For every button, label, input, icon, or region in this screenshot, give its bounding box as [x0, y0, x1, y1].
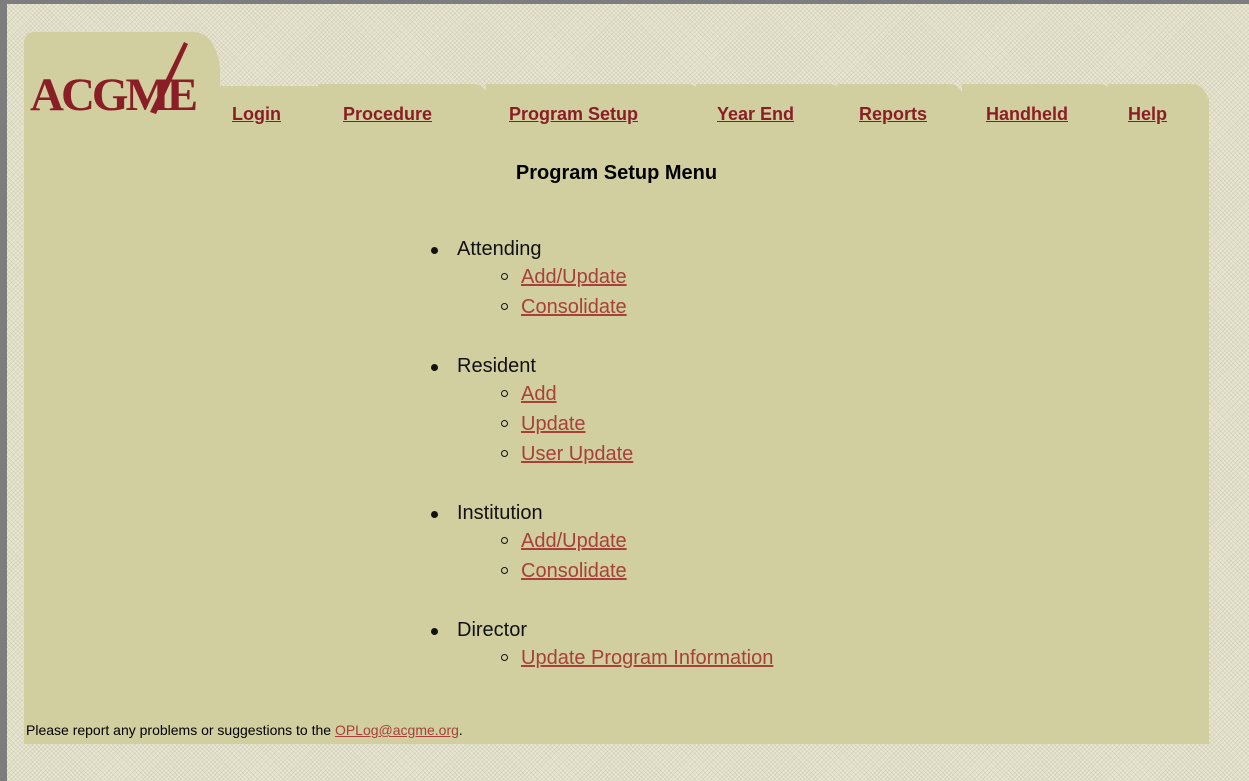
sublist: Add/Update Consolidate [457, 262, 773, 322]
attending-consolidate-link[interactable]: Consolidate [521, 296, 627, 318]
list-item: Update Program Information [457, 643, 773, 673]
circle-bullet-icon [501, 450, 508, 457]
section-label: Resident [457, 355, 536, 377]
list-item: Consolidate [457, 292, 773, 322]
menu-section-director: Director Update Program Information [429, 615, 773, 673]
bullet-icon [431, 628, 438, 635]
circle-bullet-icon [501, 420, 508, 427]
resident-add-link[interactable]: Add [521, 383, 557, 405]
footer: Please report any problems or suggestion… [26, 722, 463, 738]
tab-year-end[interactable]: Year End [717, 104, 794, 125]
resident-user-update-link[interactable]: User Update [521, 443, 633, 465]
bullet-icon [431, 247, 438, 254]
section-label: Institution [457, 502, 543, 524]
tab-login[interactable]: Login [232, 104, 281, 125]
window-frame-left [0, 0, 7, 781]
email-link[interactable]: OPLog@acgme.org [335, 722, 459, 738]
bullet-icon [431, 511, 438, 518]
page-title: Program Setup Menu [515, 162, 718, 184]
list-item: Add/Update [457, 526, 773, 556]
sublist: Add/Update Consolidate [457, 526, 773, 586]
tab-reports[interactable]: Reports [859, 104, 927, 125]
tab-procedure[interactable]: Procedure [343, 104, 432, 125]
list-item: Add/Update [457, 262, 773, 292]
sublist: Update Program Information [457, 643, 773, 673]
circle-bullet-icon [501, 390, 508, 397]
menu-section-resident: Resident Add Update User Update [429, 351, 773, 469]
list-item: User Update [457, 439, 773, 469]
bullet-icon [431, 364, 438, 371]
circle-bullet-icon [501, 273, 508, 280]
menu-section-attending: Attending Add/Update Consolidate [429, 234, 773, 322]
director-update-program-information-link[interactable]: Update Program Information [521, 647, 773, 669]
sublist: Add Update User Update [457, 379, 773, 469]
section-label: Attending [457, 238, 542, 260]
footer-text: Please report any problems or suggestion… [26, 722, 335, 738]
section-label: Director [457, 619, 528, 641]
institution-consolidate-link[interactable]: Consolidate [521, 560, 627, 582]
menu-section-institution: Institution Add/Update Consolidate [429, 498, 773, 586]
list-item: Add [457, 379, 773, 409]
list-item: Consolidate [457, 556, 773, 586]
window-frame-top [0, 0, 1249, 4]
tab-program-setup[interactable]: Program Setup [509, 104, 638, 125]
list-item: Update [457, 409, 773, 439]
tab-handheld[interactable]: Handheld [986, 104, 1068, 125]
circle-bullet-icon [501, 567, 508, 574]
circle-bullet-icon [501, 303, 508, 310]
circle-bullet-icon [501, 537, 508, 544]
logo-checkmark-icon [150, 42, 188, 114]
program-setup-menu: Attending Add/Update Consolidate Residen… [429, 234, 773, 702]
tab-help[interactable]: Help [1128, 104, 1167, 125]
circle-bullet-icon [501, 654, 508, 661]
footer-suffix: . [458, 722, 463, 738]
resident-update-link[interactable]: Update [521, 413, 586, 435]
institution-add-update-link[interactable]: Add/Update [521, 530, 627, 552]
attending-add-update-link[interactable]: Add/Update [521, 266, 627, 288]
